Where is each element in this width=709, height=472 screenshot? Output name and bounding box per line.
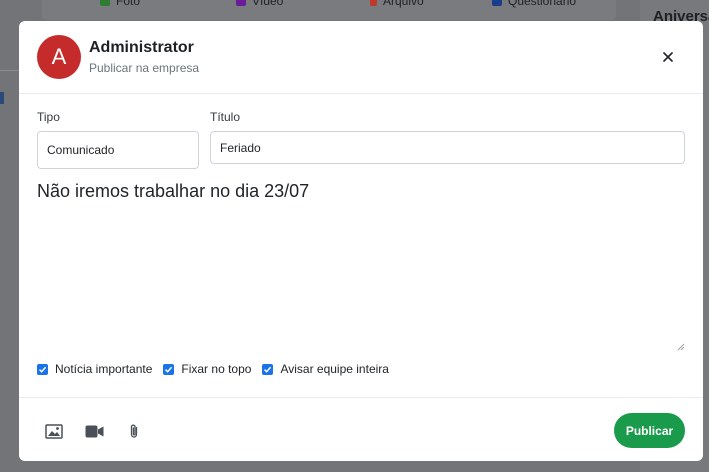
list-icon bbox=[492, 0, 502, 6]
close-button[interactable] bbox=[656, 45, 680, 69]
checkbox-checked-icon[interactable] bbox=[163, 363, 175, 375]
tab-file: Arquivo bbox=[370, 0, 424, 8]
avatar: A bbox=[37, 35, 81, 79]
option-label: Notícia importante bbox=[55, 362, 153, 376]
modal-footer: Publicar bbox=[19, 397, 703, 461]
author-name: Administrator bbox=[89, 39, 194, 56]
image-icon bbox=[45, 423, 63, 439]
titulo-label: Título bbox=[210, 110, 241, 124]
attach-photo-button[interactable] bbox=[43, 422, 65, 440]
tipo-value: Comunicado bbox=[47, 143, 115, 157]
option-important[interactable]: Notícia importante bbox=[37, 362, 152, 376]
post-options: Notícia importante Fixar no topo Avisar … bbox=[37, 362, 400, 376]
message-textarea[interactable]: Não iremos trabalhar no dia 23/07 bbox=[37, 181, 685, 351]
titulo-input[interactable]: Feriado bbox=[210, 131, 685, 164]
left-accent bbox=[0, 92, 4, 104]
option-label: Fixar no topo bbox=[181, 362, 252, 376]
video-camera-icon bbox=[85, 425, 103, 437]
tab-video: Vídeo bbox=[236, 0, 283, 8]
message-text: Não iremos trabalhar no dia 23/07 bbox=[37, 181, 310, 201]
option-pin-top[interactable]: Fixar no topo bbox=[163, 362, 251, 376]
tipo-label: Tipo bbox=[37, 110, 60, 124]
option-label: Avisar equipe inteira bbox=[280, 362, 389, 376]
close-icon bbox=[663, 52, 673, 62]
tab-quiz: Questionário bbox=[492, 0, 576, 8]
attach-file-button[interactable] bbox=[123, 422, 145, 440]
paperclip-icon bbox=[130, 424, 138, 438]
post-modal: A Administrator Publicar na empresa Tipo… bbox=[19, 21, 703, 461]
tab-photo: Foto bbox=[100, 0, 140, 8]
image-icon bbox=[100, 0, 110, 6]
attach-video-button[interactable] bbox=[83, 422, 105, 440]
tipo-select[interactable]: Comunicado bbox=[37, 131, 199, 169]
checkbox-checked-icon[interactable] bbox=[262, 363, 274, 375]
titulo-value: Feriado bbox=[220, 140, 261, 155]
left-divider bbox=[0, 70, 20, 71]
checkbox-checked-icon[interactable] bbox=[37, 363, 48, 375]
resize-handle-icon[interactable] bbox=[675, 341, 685, 351]
publish-button[interactable]: Publicar bbox=[614, 413, 685, 448]
paperclip-icon bbox=[370, 0, 377, 6]
option-notify-team[interactable]: Avisar equipe inteira bbox=[262, 362, 389, 376]
post-target: Publicar na empresa bbox=[89, 61, 200, 75]
modal-header: A Administrator Publicar na empresa bbox=[19, 21, 703, 94]
video-icon bbox=[236, 0, 246, 6]
